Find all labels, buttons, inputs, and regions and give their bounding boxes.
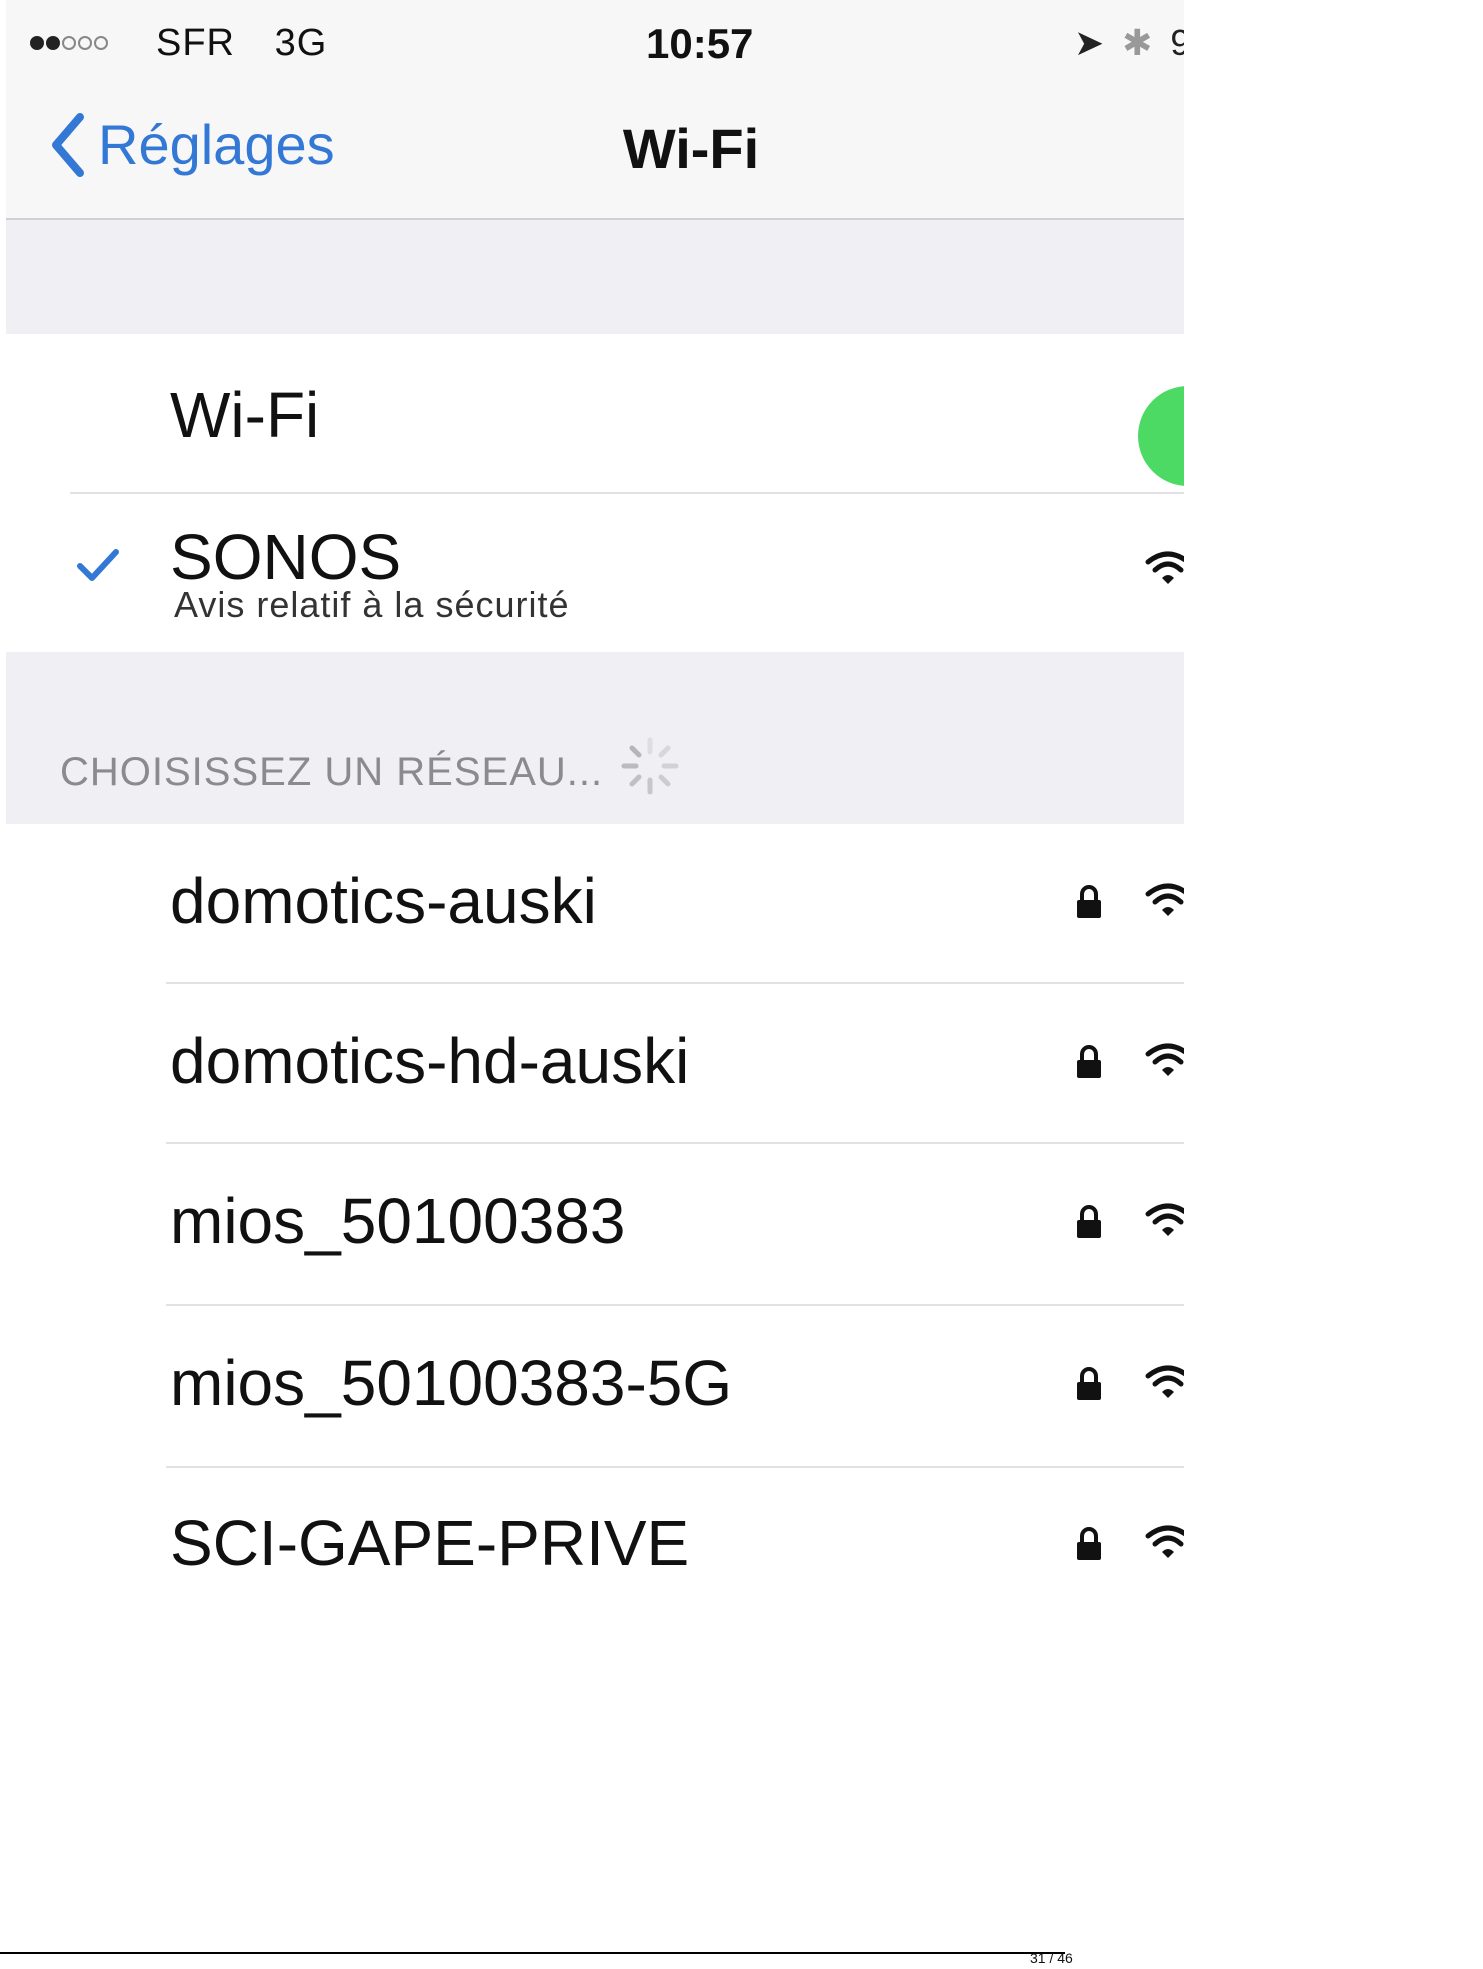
signal-dot [78, 36, 92, 50]
lock-icon [1077, 1527, 1101, 1560]
signal-dot [62, 36, 76, 50]
section-title: CHOISISSEZ UN RÉSEAU... [60, 750, 604, 794]
network-type: 3G [274, 22, 328, 64]
network-name: mios_50100383-5G [170, 1347, 733, 1419]
connected-network-row[interactable]: SONOS Avis relatif à la sécurité [6, 494, 1184, 652]
footer-rule [0, 1952, 1065, 1954]
loading-spinner-icon [621, 737, 679, 795]
page-indicator: 31 / 46 [1030, 1950, 1073, 1966]
network-row[interactable]: domotics-hd-auski [6, 984, 1184, 1144]
signal-dot [46, 36, 60, 50]
lock-icon [1077, 1205, 1101, 1238]
signal-strength-icon [30, 36, 108, 50]
network-name: SCI-GAPE-PRIVE [170, 1507, 690, 1579]
phone-screen: SFR 3G 10:57 ➤ ✱ 9 Réglages Wi-Fi Wi-Fi [6, 0, 1184, 1969]
status-time: 10:57 [646, 20, 754, 67]
security-notice-link[interactable]: Avis relatif à la sécurité [174, 584, 570, 626]
signal-dot [30, 36, 44, 50]
network-row[interactable]: SCI-GAPE-PRIVE [6, 1468, 1184, 1628]
navigation-bar: Réglages Wi-Fi [6, 90, 1184, 220]
bluetooth-icon: ✱ [1122, 22, 1153, 63]
location-arrow-icon: ➤ [1074, 22, 1105, 63]
network-row[interactable]: mios_50100383-5G [6, 1306, 1184, 1468]
wifi-toggle-switch[interactable] [1138, 386, 1184, 486]
wifi-signal-icon [1145, 551, 1184, 584]
wifi-signal-icon [1145, 1525, 1184, 1558]
page-title: Wi-Fi [622, 117, 760, 180]
status-icons: ➤ ✱ 9 [1074, 22, 1184, 64]
lock-icon [1077, 1367, 1101, 1400]
network-name: mios_50100383 [170, 1185, 626, 1257]
signal-dot [94, 36, 108, 50]
network-list: domotics-auski domotics-hd-auski mios_50… [6, 824, 1184, 1969]
connected-network-name: SONOS [170, 521, 402, 593]
wifi-toggle-row: Wi-Fi [6, 334, 1184, 494]
wifi-signal-icon [1145, 1365, 1184, 1398]
wifi-signal-icon [1145, 1043, 1184, 1076]
network-name: domotics-auski [170, 865, 597, 937]
wifi-signal-icon [1145, 883, 1184, 916]
section-spacer [6, 220, 1184, 334]
wifi-toggle-label: Wi-Fi [170, 379, 320, 451]
wifi-settings-group: Wi-Fi SONOS Avis relatif à la sécurité [6, 334, 1184, 652]
network-row[interactable]: mios_50100383 [6, 1144, 1184, 1306]
status-bar: SFR 3G 10:57 ➤ ✱ 9 [6, 0, 1184, 90]
network-list-header: CHOISISSEZ UN RÉSEAU... [6, 652, 1184, 824]
lock-icon [1077, 885, 1101, 918]
carrier-label: SFR 3G [156, 22, 327, 65]
lock-icon [1077, 1045, 1101, 1078]
wifi-signal-icon [1145, 1203, 1184, 1236]
carrier-name: SFR [156, 22, 235, 64]
network-row[interactable]: domotics-auski [6, 824, 1184, 984]
battery-percentage: 9 [1170, 22, 1184, 63]
network-name: domotics-hd-auski [170, 1025, 690, 1097]
checkmark-icon [77, 549, 119, 581]
